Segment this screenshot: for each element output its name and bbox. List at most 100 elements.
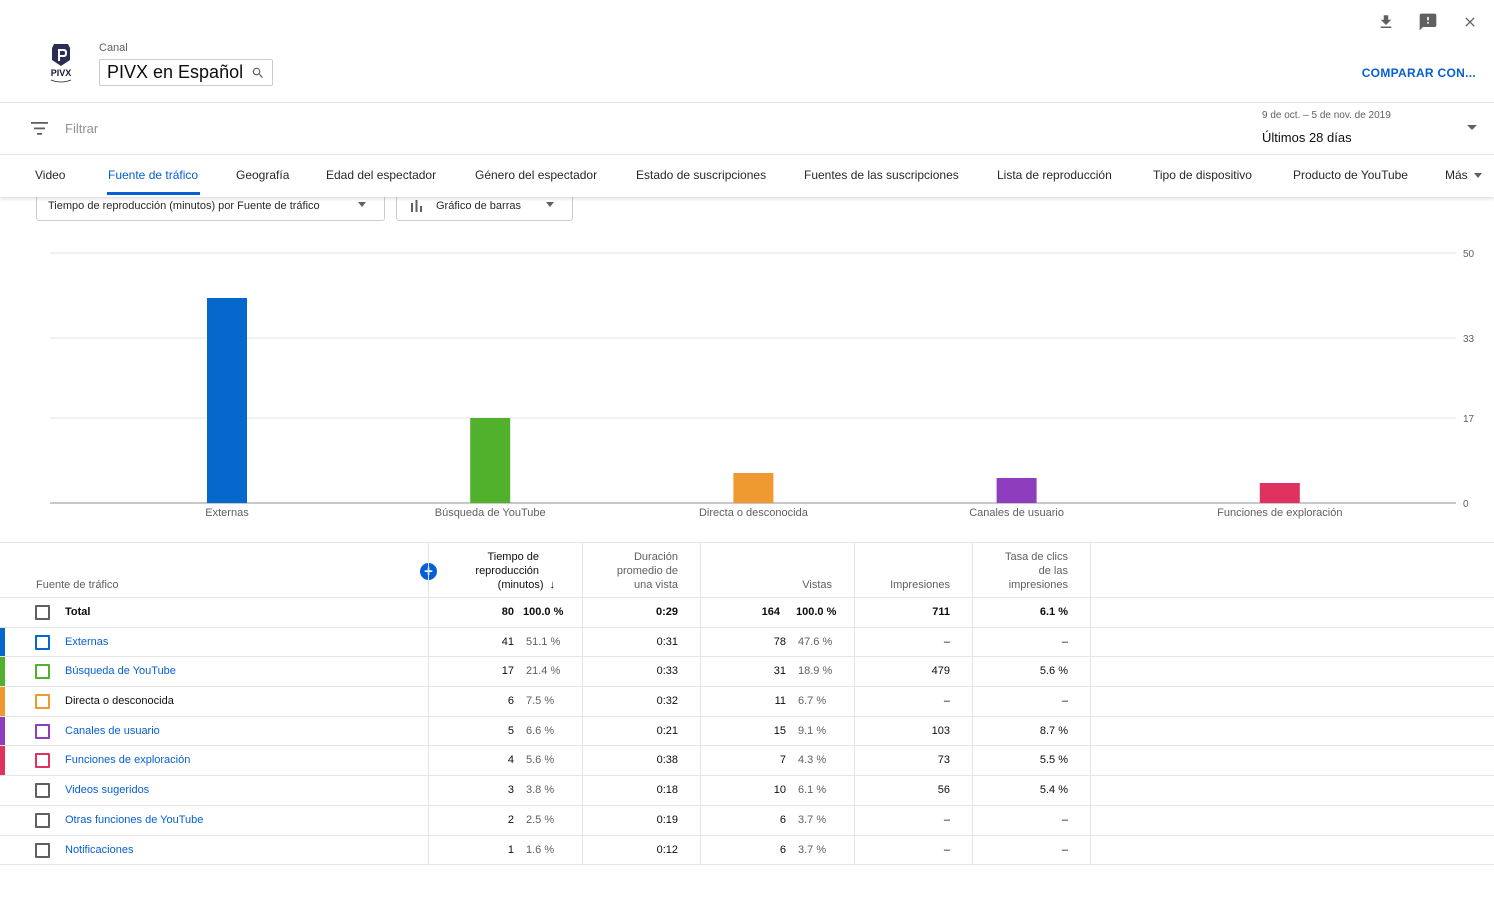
watch-time-value: 3 <box>507 784 514 797</box>
tab-viewer-gender[interactable]: Género del espectador <box>475 168 597 182</box>
views-pct: 100.0 % <box>796 606 837 618</box>
chevron-down-icon <box>358 202 366 207</box>
active-tab-indicator <box>107 192 200 195</box>
bar[interactable] <box>470 418 511 503</box>
channel-selector[interactable]: PIVX en Español <box>99 59 273 86</box>
tab-subscription-source[interactable]: Fuentes de las suscripciones <box>804 168 959 182</box>
header-avg-duration-line-1: Duración <box>633 551 678 563</box>
watch-time-value: 4 <box>507 754 514 767</box>
bar[interactable] <box>1259 483 1300 503</box>
watch-time-value: 17 <box>501 665 514 678</box>
header-watch-time[interactable]: Tiempo de reproducción (minutos) ↓ <box>475 550 555 592</box>
row-checkbox[interactable] <box>35 634 50 650</box>
chevron-down-icon <box>1474 173 1483 179</box>
tab-youtube-product[interactable]: Producto de YouTube <box>1293 168 1408 182</box>
tab-more[interactable]: Más <box>1445 168 1483 182</box>
bar[interactable] <box>996 478 1037 503</box>
ctr-value: – <box>1061 635 1068 648</box>
tab-viewer-age[interactable]: Edad del espectador <box>326 168 436 182</box>
channel-label: Canal <box>99 42 128 54</box>
date-period-selector[interactable]: Últimos 28 días <box>1262 130 1352 145</box>
views-pct: 18.9 % <box>798 665 833 678</box>
avg-duration-value: 0:12 <box>656 843 678 856</box>
avg-duration-value: 0:29 <box>655 606 678 618</box>
views-value: 31 <box>773 665 786 678</box>
row-checkbox[interactable] <box>35 723 50 739</box>
ctr-value: 5.4 % <box>1039 784 1068 797</box>
watch-time-pct: 6.6 % <box>526 724 555 737</box>
row-checkbox[interactable] <box>35 842 50 858</box>
column-divider <box>1090 542 1091 864</box>
header-views[interactable]: Vistas <box>802 578 832 592</box>
impressions-value: 479 <box>931 665 950 678</box>
watch-time-value: 6 <box>507 695 514 708</box>
row-checkbox[interactable] <box>35 753 50 769</box>
views-value: 11 <box>774 695 786 708</box>
dimension-tabs: Video Fuente de tráfico Geografía Edad d… <box>0 155 1494 197</box>
header-impressions[interactable]: Impresiones <box>890 578 950 592</box>
row-name[interactable]: Búsqueda de YouTube <box>65 665 176 677</box>
download-icon[interactable] <box>1376 12 1396 32</box>
watch-time-value: 2 <box>507 813 514 826</box>
header-ctr[interactable]: Tasa de clics de las impresiones <box>1005 550 1068 592</box>
tab-video[interactable]: Video <box>35 168 65 182</box>
impressions-value: 711 <box>932 606 950 618</box>
row-name[interactable]: Funciones de exploración <box>65 754 190 766</box>
column-divider <box>854 542 855 864</box>
row-name[interactable]: Notificaciones <box>65 844 133 856</box>
filter-icon[interactable] <box>31 122 48 135</box>
compare-button[interactable]: COMPARAR CON... <box>1362 66 1476 80</box>
header-ctr-line-1: Tasa de clics <box>1005 551 1068 563</box>
table-row: Directa o desconocida 6 7.5 % 0:32 11 6.7 % – – <box>0 687 1494 717</box>
row-name[interactable]: Otras funciones de YouTube <box>65 814 203 826</box>
row-checkbox[interactable] <box>35 605 50 620</box>
row-checkbox[interactable] <box>35 783 50 799</box>
tab-traffic-source[interactable]: Fuente de tráfico <box>108 168 198 182</box>
views-value: 164 <box>761 606 780 618</box>
row-checkbox[interactable] <box>35 664 50 680</box>
filter-input[interactable] <box>65 121 465 136</box>
search-icon[interactable] <box>251 66 265 80</box>
views-value: 78 <box>773 635 786 648</box>
row-name[interactable]: Externas <box>65 636 108 648</box>
ctr-value: 6.1 % <box>1039 606 1068 618</box>
series-color-bar <box>0 716 5 746</box>
sort-arrow-icon: ↓ <box>549 579 556 591</box>
views-pct: 6.7 % <box>798 695 827 708</box>
column-divider <box>972 542 973 864</box>
tab-playlist[interactable]: Lista de reproducción <box>997 168 1112 182</box>
column-divider <box>700 542 701 864</box>
close-icon[interactable] <box>1460 12 1480 32</box>
avg-duration-value: 0:32 <box>656 695 678 708</box>
table-row: Funciones de exploración 4 5.6 % 0:38 7 4.3 %… <box>0 746 1494 777</box>
tab-geography[interactable]: Geografía <box>236 168 289 182</box>
header: PIVX Canal PIVX en Español COMPARAR CON.… <box>0 0 1494 103</box>
metric-dropdown-label: Tiempo de reproducción (minutos) por Fue… <box>48 199 320 212</box>
header-avg-duration[interactable]: Duración promedio de una vista <box>617 550 678 592</box>
watch-time-pct: 21.4 % <box>526 665 561 678</box>
feedback-icon[interactable] <box>1418 12 1438 32</box>
date-range: 9 de oct. – 5 de nov. de 2019 <box>1262 110 1391 121</box>
row-checkbox[interactable] <box>35 812 50 828</box>
impressions-value: – <box>943 843 950 856</box>
chevron-down-icon[interactable] <box>1467 125 1477 131</box>
chevron-down-icon <box>546 202 554 207</box>
impressions-value: 103 <box>931 724 950 737</box>
svg-text:PIVX: PIVX <box>51 68 72 78</box>
header-watch-time-line-2: reproducción <box>475 565 539 577</box>
x-tick-label: Búsqueda de YouTube <box>435 507 546 519</box>
views-pct: 9.1 % <box>798 724 827 737</box>
avg-duration-value: 0:18 <box>656 784 678 797</box>
tab-device-type[interactable]: Tipo de dispositivo <box>1153 168 1252 182</box>
row-name[interactable]: Videos sugeridos <box>65 784 149 796</box>
bar[interactable] <box>733 473 774 503</box>
row-name[interactable]: Canales de usuario <box>65 725 160 737</box>
bar[interactable] <box>207 298 247 503</box>
impressions-value: – <box>943 635 950 648</box>
watch-time-pct: 2.5 % <box>526 813 555 826</box>
row-checkbox[interactable] <box>35 694 50 710</box>
traffic-source-table: Fuente de tráfico + Tiempo de reproducci… <box>0 542 1494 866</box>
tab-subscription-status[interactable]: Estado de suscripciones <box>636 168 766 182</box>
views-value: 7 <box>779 754 786 767</box>
header-traffic-source[interactable]: Fuente de tráfico <box>36 578 119 592</box>
